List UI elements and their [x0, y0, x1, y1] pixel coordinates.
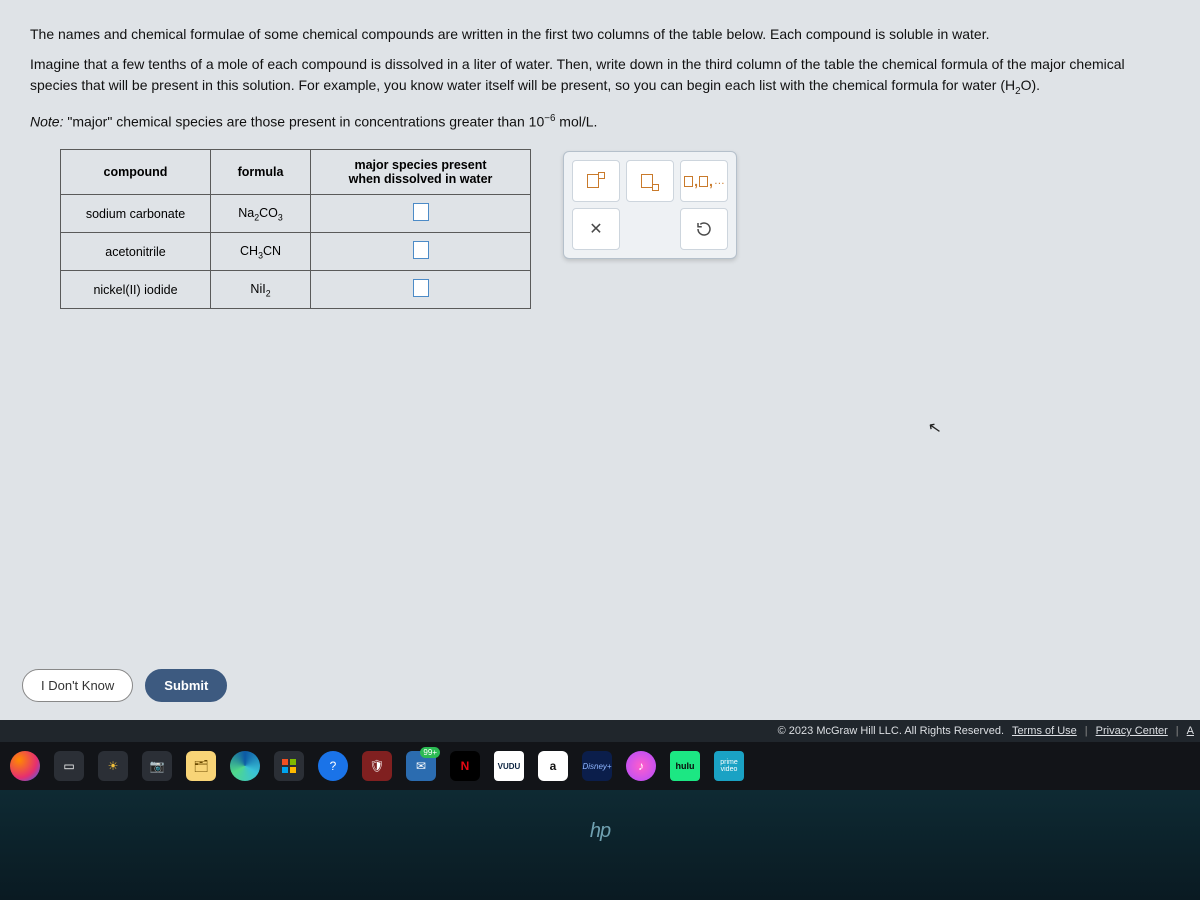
question-text-block: The names and chemical formulae of some …	[0, 0, 1200, 309]
taskview-icon[interactable]: ▭	[54, 751, 84, 781]
cursor-icon: ↖	[926, 417, 943, 439]
intro-paragraphs: The names and chemical formulae of some …	[30, 24, 1170, 99]
privacy-link[interactable]: Privacy Center	[1096, 725, 1168, 737]
desktop-wallpaper	[0, 790, 1200, 900]
submit-button[interactable]: Submit	[145, 669, 227, 702]
answer-cell[interactable]	[311, 195, 531, 233]
clear-tool[interactable]: ✕	[572, 208, 620, 250]
amazon-icon[interactable]: a	[538, 751, 568, 781]
note-prefix: Note:	[30, 113, 63, 129]
question-page: The names and chemical formulae of some …	[0, 0, 1200, 720]
answer-cell[interactable]	[311, 271, 531, 309]
footer-bar: © 2023 McGraw Hill LLC. All Rights Reser…	[0, 720, 1200, 742]
compound-name: sodium carbonate	[61, 195, 211, 233]
copilot-icon[interactable]	[10, 751, 40, 781]
i-dont-know-button[interactable]: I Don't Know	[22, 669, 133, 702]
weather-icon[interactable]: ☀	[98, 751, 128, 781]
reset-tool[interactable]	[680, 208, 728, 250]
compound-name: acetonitrile	[61, 233, 211, 271]
action-button-row: I Don't Know Submit	[22, 669, 227, 702]
separator: |	[1085, 725, 1088, 737]
table-row: sodium carbonate Na2CO3	[61, 195, 531, 233]
camera-icon[interactable]: 📷	[142, 751, 172, 781]
compound-formula: CH3CN	[211, 233, 311, 271]
hulu-icon[interactable]: hulu	[670, 751, 700, 781]
superscript-tool[interactable]	[572, 160, 620, 202]
edge-icon[interactable]	[230, 751, 260, 781]
intro-para-1: The names and chemical formulae of some …	[30, 24, 1170, 44]
disney-plus-icon[interactable]: Disney+	[582, 751, 612, 781]
answer-cell[interactable]	[311, 233, 531, 271]
prime-video-icon[interactable]: prime video	[714, 751, 744, 781]
mail-icon[interactable]: ✉99+	[406, 751, 436, 781]
intro-para-2: Imagine that a few tenths of a mole of e…	[30, 54, 1170, 98]
header-species: major species present when dissolved in …	[311, 150, 531, 195]
answer-input-box[interactable]	[413, 203, 429, 221]
get-help-icon[interactable]: ?	[318, 751, 348, 781]
mail-badge: 99+	[420, 747, 440, 758]
windows-taskbar[interactable]: ▭ ☀ 📷 🗂 ? 🛡 ✉99+ N VUDU a Disney+ ♪ hulu…	[0, 742, 1200, 790]
header-formula: formula	[211, 150, 311, 195]
terms-link[interactable]: Terms of Use	[1012, 725, 1077, 737]
accessibility-link[interactable]: A	[1187, 725, 1194, 737]
answer-input-box[interactable]	[413, 241, 429, 259]
blank-tool	[626, 208, 674, 250]
list-tool[interactable]: ,,…	[680, 160, 728, 202]
separator: |	[1176, 725, 1179, 737]
reset-icon	[695, 220, 713, 238]
table-row: acetonitrile CH3CN	[61, 233, 531, 271]
file-explorer-icon[interactable]: 🗂	[186, 751, 216, 781]
subscript-tool[interactable]	[626, 160, 674, 202]
compound-formula: Na2CO3	[211, 195, 311, 233]
compound-name: nickel(II) iodide	[61, 271, 211, 309]
work-row: compound formula major species present w…	[60, 149, 1170, 309]
compound-formula: NiI2	[211, 271, 311, 309]
note-line: Note: "major" chemical species are those…	[30, 113, 1170, 130]
answer-input-box[interactable]	[413, 279, 429, 297]
formula-toolbox: ,,… ✕	[563, 151, 737, 259]
netflix-icon[interactable]: N	[450, 751, 480, 781]
compound-table: compound formula major species present w…	[60, 149, 531, 309]
copyright-text: © 2023 McGraw Hill LLC. All Rights Reser…	[778, 725, 1004, 737]
itunes-icon[interactable]: ♪	[626, 751, 656, 781]
vudu-icon[interactable]: VUDU	[494, 751, 524, 781]
ms-store-icon[interactable]	[274, 751, 304, 781]
header-compound: compound	[61, 150, 211, 195]
table-row: nickel(II) iodide NiI2	[61, 271, 531, 309]
security-icon[interactable]: 🛡	[362, 751, 392, 781]
hp-logo: hp	[590, 820, 610, 843]
table-header-row: compound formula major species present w…	[61, 150, 531, 195]
